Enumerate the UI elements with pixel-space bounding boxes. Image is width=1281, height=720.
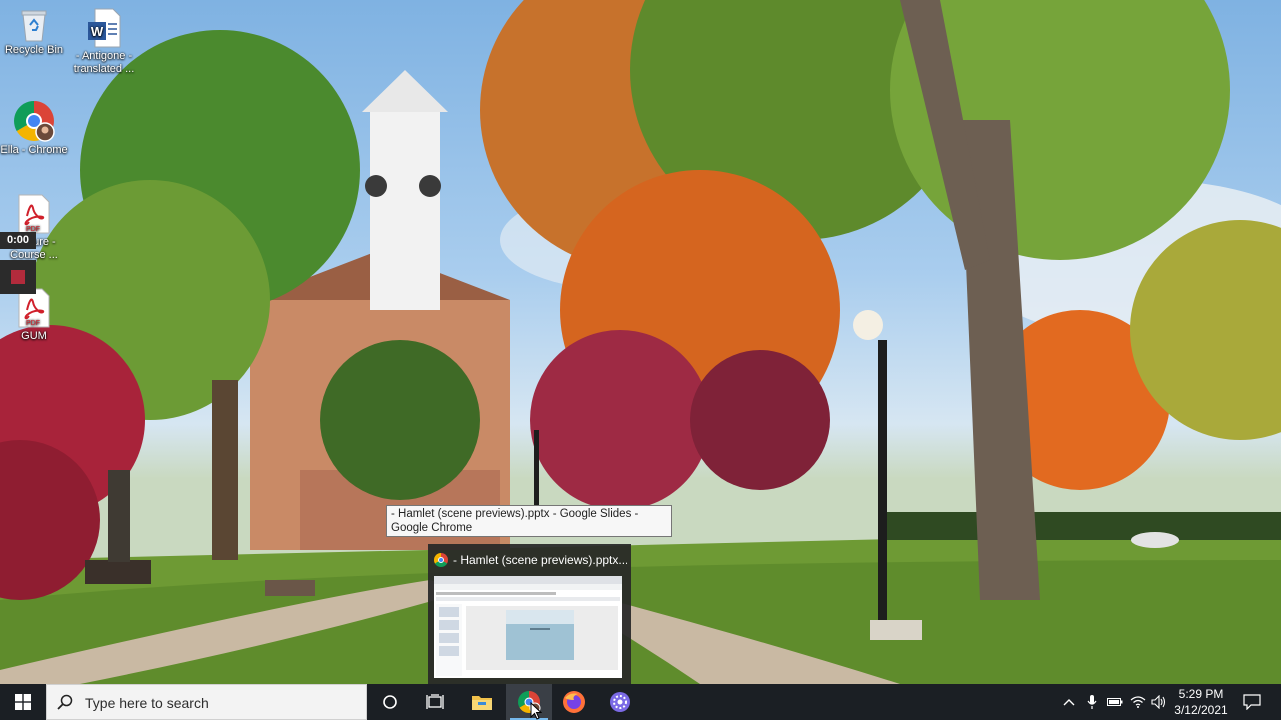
search-icon — [57, 694, 73, 710]
cortana-icon — [383, 695, 397, 709]
svg-text:W: W — [91, 24, 104, 39]
app-taskbar-button[interactable] — [597, 684, 643, 720]
microphone-tray-button[interactable] — [1081, 684, 1103, 720]
desktop-icon-recycle-bin[interactable]: Recycle Bin — [0, 8, 72, 57]
start-button[interactable] — [0, 684, 46, 720]
show-hidden-icons-button[interactable] — [1058, 684, 1080, 720]
recording-timer: 0:00 — [0, 232, 36, 249]
chrome-taskbar-button[interactable] — [506, 684, 552, 720]
network-tray-button[interactable] — [1127, 684, 1149, 720]
desktop-icon-label: - Antigone - translated ... — [73, 50, 135, 75]
microphone-icon — [1087, 695, 1097, 709]
pdf-document-icon: PDF — [18, 288, 50, 328]
chrome-profile-icon — [13, 100, 55, 142]
task-view-button[interactable] — [412, 684, 458, 720]
pdf-document-icon: PDF — [18, 194, 50, 234]
firefox-taskbar-button[interactable] — [551, 684, 597, 720]
file-explorer-icon — [472, 696, 492, 710]
taskbar-search-box[interactable] — [46, 684, 367, 720]
word-document-icon: W — [87, 8, 121, 48]
chevron-up-icon — [1063, 699, 1075, 706]
stop-icon — [11, 270, 25, 284]
firefox-icon — [563, 691, 585, 713]
thumbnail-window-image — [434, 576, 622, 678]
stop-recording-button[interactable] — [0, 260, 36, 294]
window-thumbnail-preview[interactable]: - Hamlet (scene previews).pptx... — [428, 544, 631, 684]
desktop-icon-label: Ella - Chrome — [0, 144, 68, 156]
taskbar-tooltip: - Hamlet (scene previews).pptx - Google … — [386, 505, 672, 537]
windows-logo-icon — [15, 694, 31, 710]
desktop-icon-ella-chrome[interactable]: Ella - Chrome — [0, 100, 72, 157]
taskbar-clock[interactable]: 5:29 PM 3/12/2021 — [1166, 684, 1236, 720]
wifi-icon — [1130, 696, 1146, 708]
taskbar: 5:29 PM 3/12/2021 — [0, 684, 1281, 720]
chrome-icon — [434, 553, 448, 567]
search-input[interactable] — [83, 692, 357, 714]
desktop-icon-label: Recycle Bin — [4, 44, 64, 56]
desktop-icon-gum-pdf[interactable]: PDF GUM — [0, 288, 72, 343]
svg-text:PDF: PDF — [26, 320, 40, 327]
desktop-icon-lecture-pdf[interactable]: PDF Lecture - Course ... — [0, 194, 72, 262]
mouse-cursor-icon — [530, 702, 542, 720]
battery-icon — [1107, 698, 1123, 706]
action-center-button[interactable] — [1238, 684, 1266, 720]
thumbnail-title-bar: - Hamlet (scene previews).pptx... — [434, 552, 627, 568]
cortana-button[interactable] — [367, 684, 413, 720]
desktop-icon-label: GUM — [21, 330, 47, 342]
clock-date: 3/12/2021 — [1174, 703, 1228, 717]
desktop-wallpaper — [0, 0, 1281, 684]
campus-scene-image — [0, 0, 1281, 684]
app-icon — [610, 692, 630, 712]
recycle-bin-icon — [19, 8, 49, 42]
speaker-icon — [1151, 695, 1166, 709]
battery-tray-button[interactable] — [1104, 684, 1126, 720]
file-explorer-button[interactable] — [459, 684, 505, 720]
notification-icon — [1243, 694, 1261, 710]
desktop-icon-antigone-doc[interactable]: W - Antigone - translated ... — [66, 8, 142, 76]
clock-time: 5:29 PM — [1178, 687, 1224, 701]
task-view-icon — [426, 694, 444, 709]
thumbnail-title: - Hamlet (scene previews).pptx... — [453, 553, 627, 567]
